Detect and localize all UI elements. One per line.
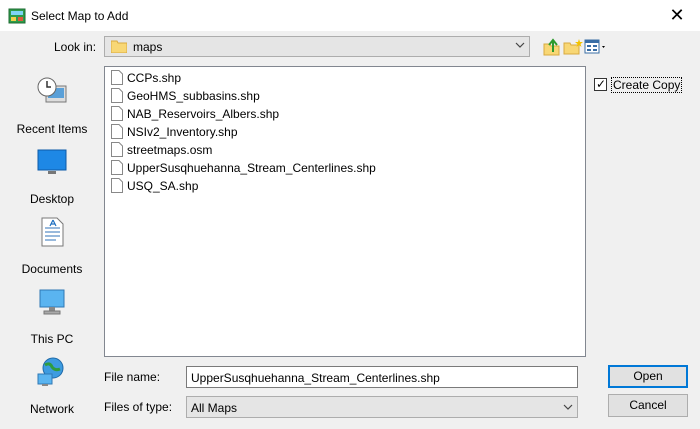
chevron-down-icon	[563, 404, 573, 410]
list-item[interactable]: USQ_SA.shp	[109, 177, 509, 194]
window-title: Select Map to Add	[31, 9, 129, 23]
file-name-label: CCPs.shp	[127, 71, 182, 85]
file-name-label: UpperSusqhuehanna_Stream_Centerlines.shp	[127, 161, 376, 175]
place-recent-items[interactable]: Recent Items	[6, 76, 98, 142]
checkmark-icon: ✓	[596, 77, 607, 91]
files-of-type-dropdown[interactable]: All Maps	[186, 396, 578, 418]
place-desktop[interactable]: Desktop	[6, 146, 98, 212]
place-label: This PC	[30, 332, 74, 346]
file-name-value: UpperSusqhuehanna_Stream_Centerlines.shp	[191, 371, 440, 385]
list-item[interactable]: CCPs.shp	[109, 69, 509, 86]
files-of-type-value: All Maps	[191, 401, 238, 415]
up-folder-icon[interactable]	[542, 38, 562, 56]
list-item[interactable]: GeoHMS_subbasins.shp	[109, 87, 509, 104]
list-item[interactable]: NSIv2_Inventory.shp	[109, 123, 509, 140]
file-icon	[111, 70, 123, 85]
files-of-type-label: Files of type:	[104, 400, 173, 414]
title-bar: Select Map to Add ✕	[0, 0, 700, 31]
file-name-label: NAB_Reservoirs_Albers.shp	[127, 107, 280, 121]
list-item[interactable]: NAB_Reservoirs_Albers.shp	[109, 105, 509, 122]
close-button[interactable]: ✕	[654, 0, 700, 31]
documents-icon	[41, 217, 64, 247]
desktop-icon	[37, 149, 67, 174]
chevron-down-icon	[515, 42, 525, 48]
file-icon	[111, 142, 123, 157]
place-this-pc[interactable]: This PC	[6, 286, 98, 352]
folder-icon	[111, 40, 127, 53]
list-item[interactable]: UpperSusqhuehanna_Stream_Centerlines.shp	[109, 159, 509, 176]
view-menu-icon[interactable]	[584, 38, 608, 56]
place-label: Recent Items	[16, 122, 88, 136]
file-name-label: streetmaps.osm	[127, 143, 213, 157]
cancel-button[interactable]: Cancel	[608, 394, 688, 417]
file-icon	[111, 88, 123, 103]
network-icon	[37, 357, 64, 386]
look-in-value: maps	[133, 40, 163, 54]
file-icon	[111, 178, 123, 193]
look-in-dropdown[interactable]: maps	[104, 36, 530, 57]
file-name-label: File name:	[104, 370, 161, 384]
app-icon	[8, 8, 26, 24]
open-button[interactable]: Open	[608, 365, 688, 388]
place-network[interactable]: Network	[6, 356, 98, 422]
new-folder-icon[interactable]	[563, 38, 583, 56]
list-item[interactable]: streetmaps.osm	[109, 141, 509, 158]
file-name-label: GeoHMS_subbasins.shp	[127, 89, 260, 103]
place-label: Documents	[21, 262, 83, 276]
file-name-input[interactable]: UpperSusqhuehanna_Stream_Centerlines.shp	[186, 366, 578, 388]
file-icon	[111, 106, 123, 121]
file-icon	[111, 160, 123, 175]
places-bar: Recent Items Desktop Documents This PC N…	[6, 66, 98, 426]
recent-items-icon	[37, 77, 67, 103]
file-name-label: NSIv2_Inventory.shp	[127, 125, 238, 139]
file-name-label: USQ_SA.shp	[127, 179, 199, 193]
this-pc-icon	[39, 289, 65, 315]
place-documents[interactable]: Documents	[6, 216, 98, 282]
file-list[interactable]: CCPs.shp GeoHMS_subbasins.shp NAB_Reserv…	[104, 66, 586, 357]
create-copy-checkbox[interactable]: ✓	[594, 77, 607, 91]
place-label: Desktop	[29, 192, 75, 206]
look-in-label: Look in:	[54, 40, 97, 54]
create-copy-label[interactable]: Create Copy	[611, 77, 683, 93]
close-icon: ✕	[669, 5, 685, 25]
file-icon	[111, 124, 123, 139]
place-label: Network	[29, 402, 74, 416]
